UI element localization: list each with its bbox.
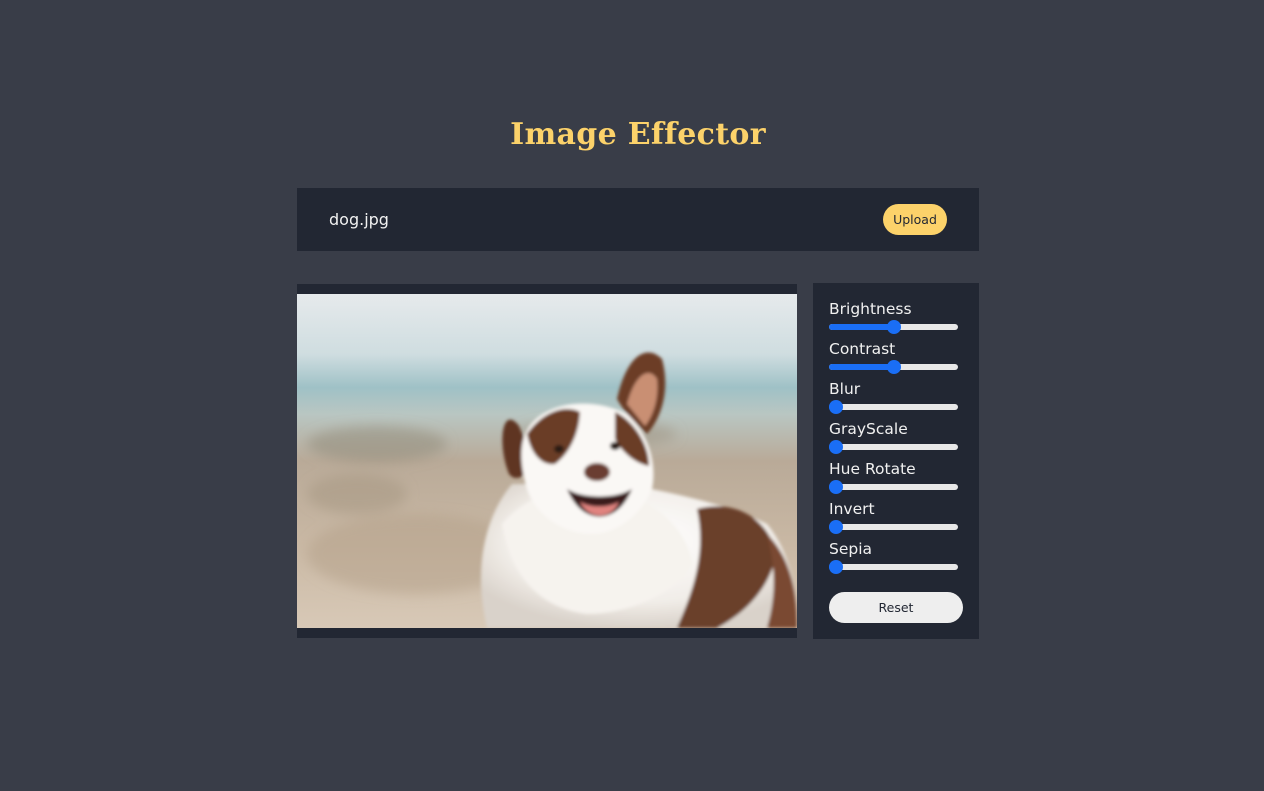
image-preview-frame [297, 284, 797, 638]
contrast-slider-fill [829, 364, 894, 370]
contrast-slider[interactable] [829, 359, 958, 375]
hue-rotate-slider[interactable] [829, 479, 958, 495]
contrast-label: Contrast [829, 340, 896, 358]
upload-bar: dog.jpg Upload [297, 188, 979, 251]
grayscale-slider-track [829, 444, 958, 450]
brightness-label: Brightness [829, 300, 912, 318]
invert-label: Invert [829, 500, 875, 518]
grayscale-label: GrayScale [829, 420, 908, 438]
file-name: dog.jpg [329, 210, 389, 229]
blur-label: Blur [829, 380, 861, 398]
hue-rotate-slider-track [829, 484, 958, 490]
sepia-slider-thumb[interactable] [829, 560, 843, 574]
blur-slider-thumb[interactable] [829, 400, 843, 414]
image-preview [297, 294, 797, 628]
invert-slider-thumb[interactable] [829, 520, 843, 534]
sepia-slider-track [829, 564, 958, 570]
app-page: Image Effector dog.jpg Upload Brightness… [0, 0, 1264, 791]
sepia-slider[interactable] [829, 559, 958, 575]
grayscale-slider-thumb[interactable] [829, 440, 843, 454]
hue-rotate-slider-thumb[interactable] [829, 480, 843, 494]
invert-slider[interactable] [829, 519, 958, 535]
brightness-slider-thumb[interactable] [887, 320, 901, 334]
grayscale-slider[interactable] [829, 439, 958, 455]
sepia-label: Sepia [829, 540, 873, 558]
upload-button[interactable]: Upload [883, 204, 947, 235]
dog-photo [297, 294, 797, 628]
contrast-slider-thumb[interactable] [887, 360, 901, 374]
effects-panel: Brightness Contrast Blur GrayScale Hue Rotat… [813, 283, 979, 639]
brightness-slider-fill [829, 324, 894, 330]
invert-slider-track [829, 524, 958, 530]
reset-button[interactable]: Reset [829, 592, 963, 623]
hue-rotate-label: Hue Rotate [829, 460, 916, 478]
blur-slider[interactable] [829, 399, 958, 415]
brightness-slider[interactable] [829, 319, 958, 335]
blur-slider-track [829, 404, 958, 410]
page-title: Image Effector [510, 117, 766, 152]
